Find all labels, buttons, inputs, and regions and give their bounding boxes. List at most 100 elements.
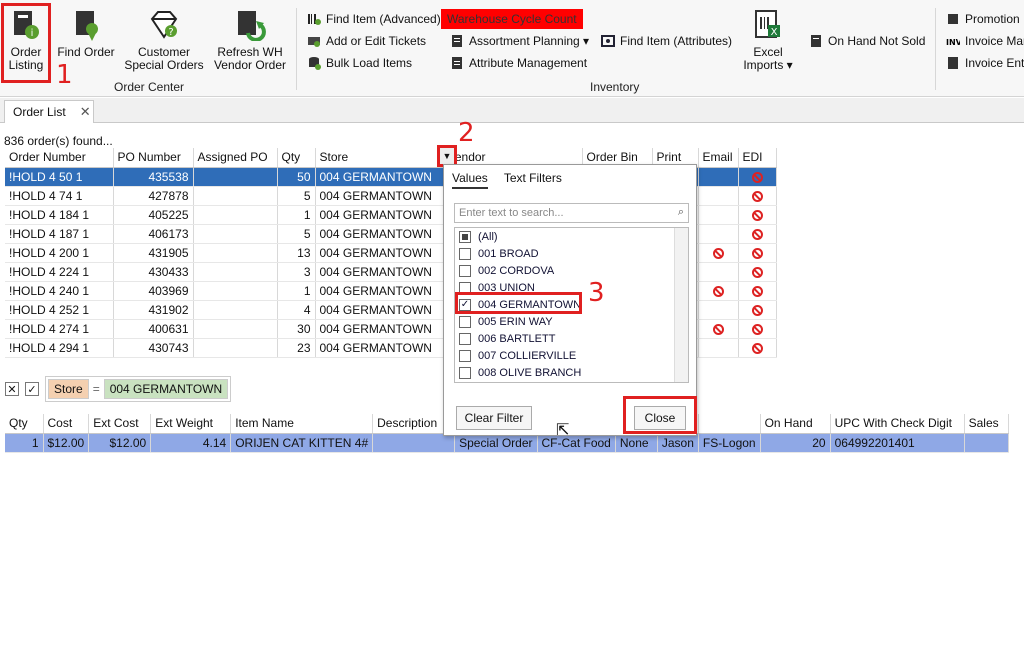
ribbon-separator-2 bbox=[935, 8, 936, 90]
table-cell bbox=[738, 262, 777, 282]
filter-expression[interactable]: Store = 004 GERMANTOWN bbox=[45, 376, 232, 402]
column-header[interactable]: Qty bbox=[277, 148, 316, 168]
no-entry-icon bbox=[712, 323, 724, 335]
close-icon[interactable]: ✕ bbox=[80, 104, 91, 120]
find-item-attributes-button[interactable]: Find Item (Attributes) bbox=[601, 32, 732, 50]
invoice-mar-button[interactable]: INV Invoice Mar bbox=[946, 32, 1024, 50]
tab-text-filters[interactable]: Text Filters bbox=[504, 171, 562, 189]
table-cell bbox=[698, 300, 739, 320]
column-header[interactable]: Store bbox=[315, 148, 444, 168]
no-entry-icon bbox=[751, 228, 763, 240]
filter-value-item[interactable]: 005 ERIN WAY bbox=[455, 313, 688, 330]
filter-value-item[interactable]: 002 CORDOVA bbox=[455, 262, 688, 279]
column-header[interactable]: Ext Cost bbox=[88, 414, 152, 434]
column-header[interactable]: PO Number bbox=[113, 148, 194, 168]
promotion-icon bbox=[946, 12, 960, 26]
column-header[interactable]: Assigned PO bbox=[193, 148, 278, 168]
highlight-box-order-listing bbox=[1, 3, 51, 83]
checkbox[interactable] bbox=[459, 247, 471, 260]
promotion-label: Promotion bbox=[965, 12, 1020, 26]
clear-filter-button[interactable]: Clear Filter bbox=[456, 406, 532, 430]
table-cell: 20 bbox=[760, 433, 831, 453]
column-header[interactable]: Qty bbox=[5, 414, 44, 434]
filter-value-item[interactable]: (All) bbox=[455, 228, 688, 245]
refresh-wh-vendor-order-button[interactable]: Refresh WH Vendor Order bbox=[210, 9, 290, 72]
table-cell bbox=[698, 167, 739, 187]
promotion-button[interactable]: Promotion bbox=[946, 10, 1020, 28]
column-header[interactable]: Cost bbox=[43, 414, 90, 434]
add-edit-tickets-label: Add or Edit Tickets bbox=[326, 34, 427, 48]
filter-value-item[interactable]: 001 BROAD bbox=[455, 245, 688, 262]
attribute-management-button[interactable]: Attribute Management bbox=[450, 54, 587, 72]
filter-value-item[interactable]: 007 COLLIERVILLE bbox=[455, 347, 688, 364]
column-header[interactable]: Sales bbox=[964, 414, 1009, 434]
assortment-planning-button[interactable]: Assortment Planning ▾ bbox=[450, 32, 589, 50]
find-item-advanced-button[interactable]: Find Item (Advanced) bbox=[307, 10, 441, 28]
orders-found-text: 836 order(s) found... bbox=[4, 134, 113, 148]
filter-value-item[interactable]: 006 BARTLETT bbox=[455, 330, 688, 347]
table-cell: !HOLD 4 187 1 bbox=[5, 224, 114, 244]
table-cell bbox=[964, 433, 1009, 453]
checkbox[interactable] bbox=[459, 230, 471, 243]
table-cell: 004 GERMANTOWN bbox=[315, 338, 444, 358]
filter-search-input[interactable]: Enter text to search... ⌕ bbox=[454, 203, 689, 223]
column-header[interactable] bbox=[698, 414, 761, 434]
filter-value-label: 007 COLLIERVILLE bbox=[478, 349, 577, 362]
list-scrollbar[interactable] bbox=[674, 228, 688, 382]
checkbox[interactable] bbox=[459, 349, 471, 362]
column-header[interactable]: UPC With Check Digit bbox=[830, 414, 965, 434]
table-cell: !HOLD 4 50 1 bbox=[5, 167, 114, 187]
clear-filter-icon[interactable]: ✕ bbox=[5, 382, 19, 396]
column-header[interactable]: Order Number bbox=[5, 148, 114, 168]
inventory-group-label: Inventory bbox=[590, 80, 640, 94]
add-edit-tickets-button[interactable]: Add or Edit Tickets bbox=[307, 32, 426, 50]
checkbox[interactable] bbox=[459, 315, 471, 328]
table-cell bbox=[698, 224, 739, 244]
checkbox[interactable] bbox=[459, 264, 471, 277]
filter-value-item[interactable]: 008 OLIVE BRANCH bbox=[455, 364, 688, 381]
assortment-planning-label: Assortment Planning ▾ bbox=[469, 34, 590, 48]
table-cell: 004 GERMANTOWN bbox=[315, 281, 444, 301]
table-cell bbox=[193, 243, 278, 263]
table-cell bbox=[193, 167, 278, 187]
table-cell bbox=[738, 224, 777, 244]
find-order-button[interactable]: Find Order bbox=[56, 9, 116, 59]
on-hand-not-sold-button[interactable]: On Hand Not Sold bbox=[809, 32, 925, 50]
excel-imports-button[interactable]: X Excel Imports ▾ bbox=[740, 9, 796, 72]
on-hand-not-sold-label: On Hand Not Sold bbox=[828, 34, 926, 48]
bulk-load-items-label: Bulk Load Items bbox=[326, 56, 413, 70]
column-header[interactable]: EDI bbox=[738, 148, 777, 168]
bulk-load-items-button[interactable]: Bulk Load Items bbox=[307, 54, 412, 72]
table-cell: !HOLD 4 294 1 bbox=[5, 338, 114, 358]
table-cell: 004 GERMANTOWN bbox=[315, 300, 444, 320]
invoice-entry-label: Invoice Entr bbox=[965, 56, 1024, 70]
table-cell: 435538 bbox=[113, 167, 194, 187]
annotation-1: 1 bbox=[56, 60, 73, 90]
svg-text:X: X bbox=[771, 27, 778, 38]
tab-bar: Order List ✕ bbox=[0, 98, 1024, 123]
column-header[interactable]: Item Name bbox=[230, 414, 374, 434]
table-cell bbox=[738, 243, 777, 263]
warehouse-cycle-count-button[interactable]: Warehouse Cycle Count bbox=[441, 9, 583, 29]
order-center-group-label: Order Center bbox=[114, 80, 185, 94]
invoice-entry-button[interactable]: Invoice Entr bbox=[946, 54, 1024, 72]
tab-values[interactable]: Values bbox=[452, 171, 488, 189]
column-header[interactable]: Ext Weight bbox=[150, 414, 232, 434]
ticket-add-icon bbox=[307, 34, 321, 48]
table-cell: 50 bbox=[277, 167, 316, 187]
table-cell bbox=[738, 338, 777, 358]
warehouse-cycle-count-label: Warehouse Cycle Count bbox=[447, 12, 577, 26]
no-entry-icon bbox=[751, 266, 763, 278]
no-entry-icon bbox=[712, 285, 724, 297]
column-header[interactable]: Email bbox=[698, 148, 739, 168]
checkbox[interactable] bbox=[459, 366, 471, 379]
refresh-icon bbox=[234, 9, 266, 42]
table-cell bbox=[193, 186, 278, 206]
table-cell: 405225 bbox=[113, 205, 194, 225]
column-header[interactable]: On Hand bbox=[760, 414, 831, 434]
checkbox[interactable] bbox=[459, 332, 471, 345]
no-entry-icon bbox=[751, 323, 763, 335]
customer-special-orders-button[interactable]: ? Customer Special Orders bbox=[124, 9, 204, 72]
tab-order-list[interactable]: Order List ✕ bbox=[4, 100, 94, 123]
enable-filter-checkbox[interactable]: ✓ bbox=[25, 382, 39, 396]
